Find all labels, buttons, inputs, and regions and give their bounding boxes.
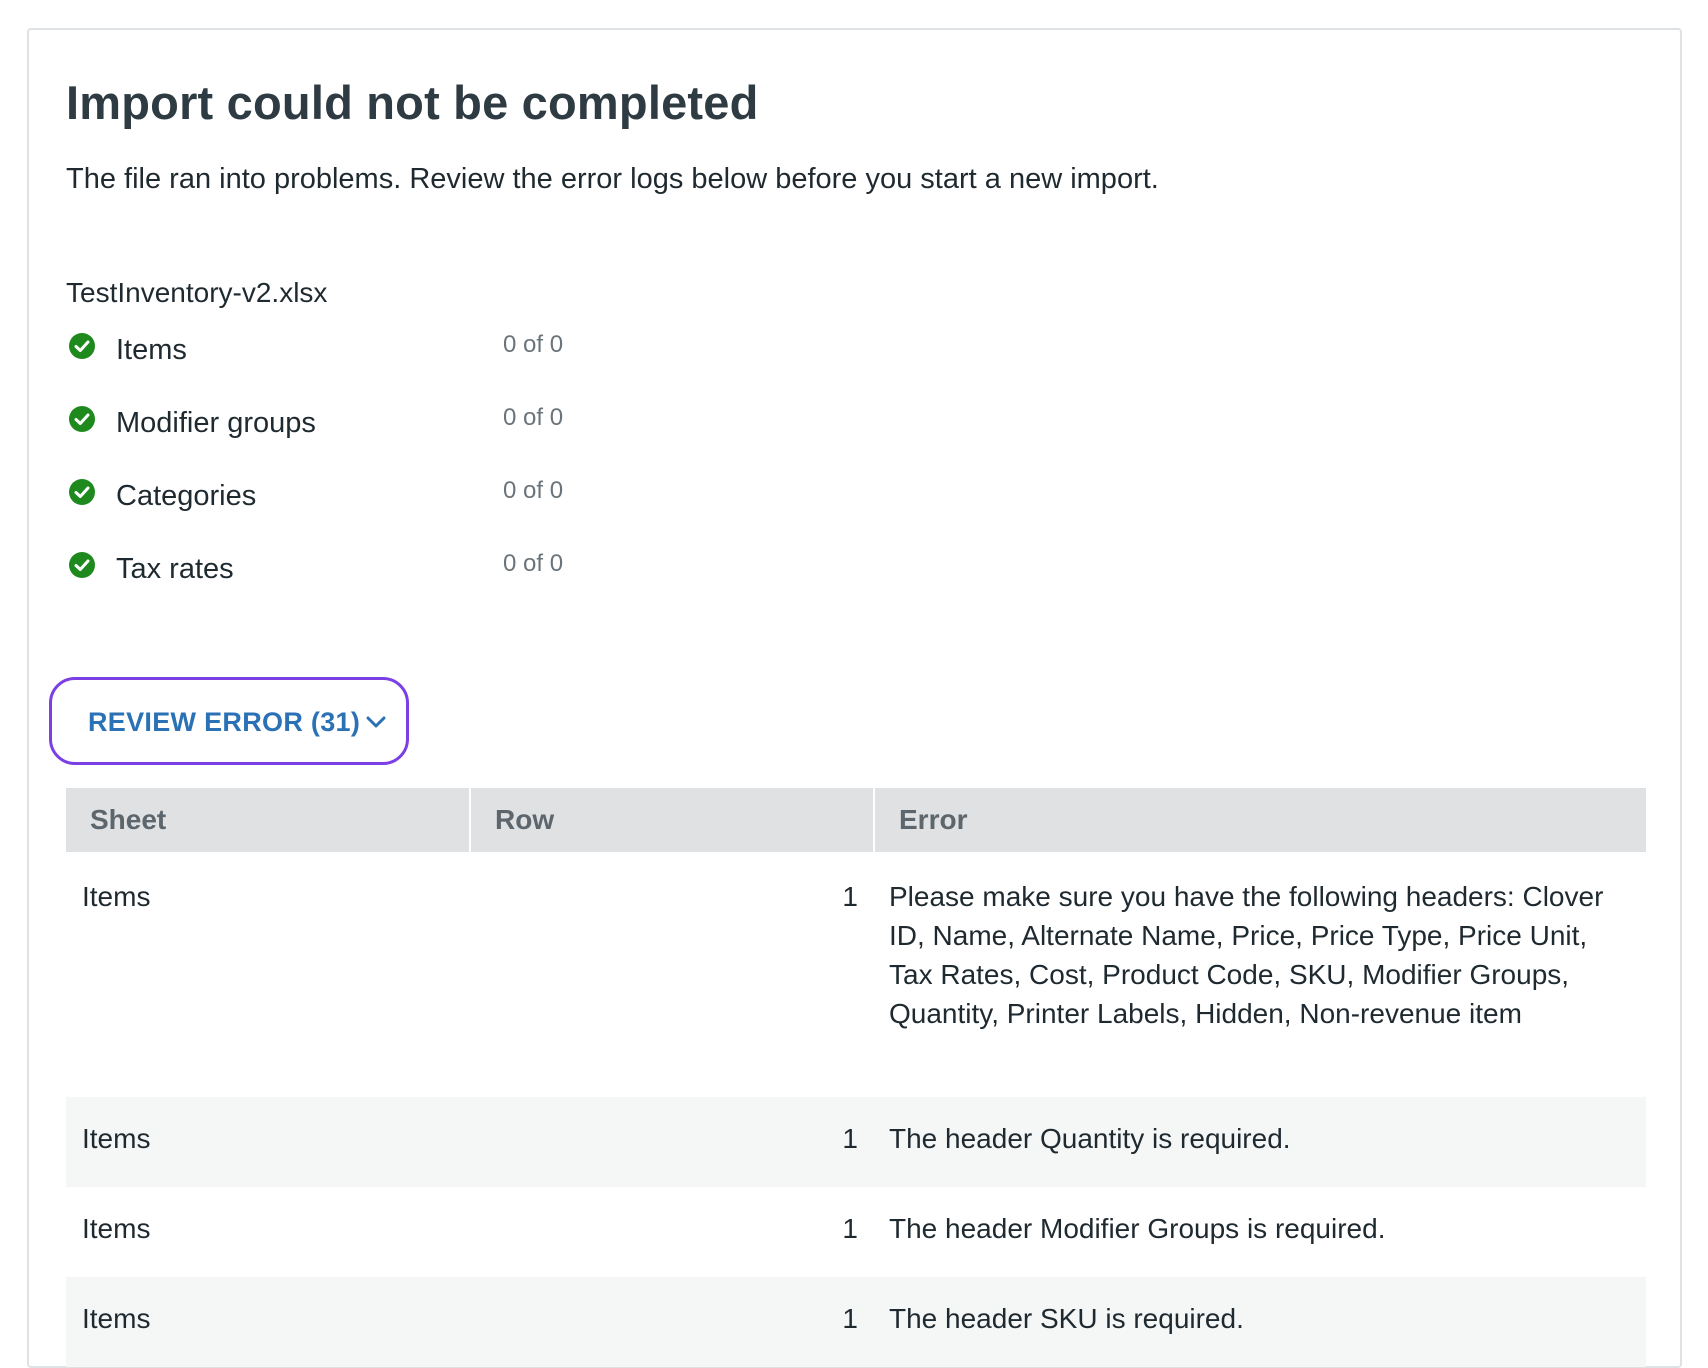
sheet-cell: Items [66,1277,470,1367]
row-cell: 1 [842,1213,858,1244]
error-cell: The header SKU is required. [874,1277,1646,1367]
table-row: Items 1 The header Modifier Groups is re… [66,1187,1646,1277]
error-cell: The header Modifier Groups is required. [889,1213,1386,1244]
stat-count: 0 of 0 [503,404,564,431]
stat-label: Tax rates [116,553,234,585]
column-header-error: Error [874,788,1646,852]
stat-row-modifier-groups: Modifier groups 0 of 0 [66,399,666,439]
stat-count: 0 of 0 [503,331,564,358]
sheet-cell: Items [66,1097,470,1187]
check-circle-icon [69,479,95,505]
sheet-cell: Items [82,1213,151,1244]
row-cell: 1 [470,1277,874,1367]
table-row: Items 1 Please make sure you have the fo… [66,852,1646,1097]
check-circle-icon [69,406,95,432]
error-cell: Please make sure you have the following … [889,881,1604,1029]
column-header-row: Row [470,788,875,852]
table-row: Items 1 The header Quantity is required. [66,1097,1646,1187]
error-table: Sheet Row Error Items 1 Please make sure… [66,788,1646,1367]
page-title: Import could not be completed [66,76,759,129]
stat-label: Items [116,334,187,366]
import-result-card: Import could not be completed The file r… [27,28,1682,1368]
sheet-cell: Items [82,881,151,912]
review-error-label: REVIEW ERROR (31) [88,707,361,737]
page-subtitle: The file ran into problems. Review the e… [66,163,1159,195]
review-error-button[interactable]: REVIEW ERROR (31) [49,677,409,765]
stat-row-items: Items 0 of 0 [66,326,666,366]
stat-count: 0 of 0 [503,550,564,577]
stat-row-tax-rates: Tax rates 0 of 0 [66,545,666,585]
table-header-row: Sheet Row Error [66,788,1646,852]
row-cell: 1 [470,1097,874,1187]
stat-row-categories: Categories 0 of 0 [66,472,666,512]
error-cell: The header Quantity is required. [874,1097,1646,1187]
column-header-sheet: Sheet [66,788,471,852]
table-row: Items 1 The header SKU is required. [66,1277,1646,1367]
stat-count: 0 of 0 [503,477,564,504]
check-circle-icon [69,552,95,578]
row-cell: 1 [842,881,858,912]
check-circle-icon [69,333,95,359]
chevron-down-icon [366,716,386,728]
stat-label: Categories [116,480,257,512]
file-name: TestInventory-v2.xlsx [66,277,328,308]
stat-label: Modifier groups [116,407,316,439]
